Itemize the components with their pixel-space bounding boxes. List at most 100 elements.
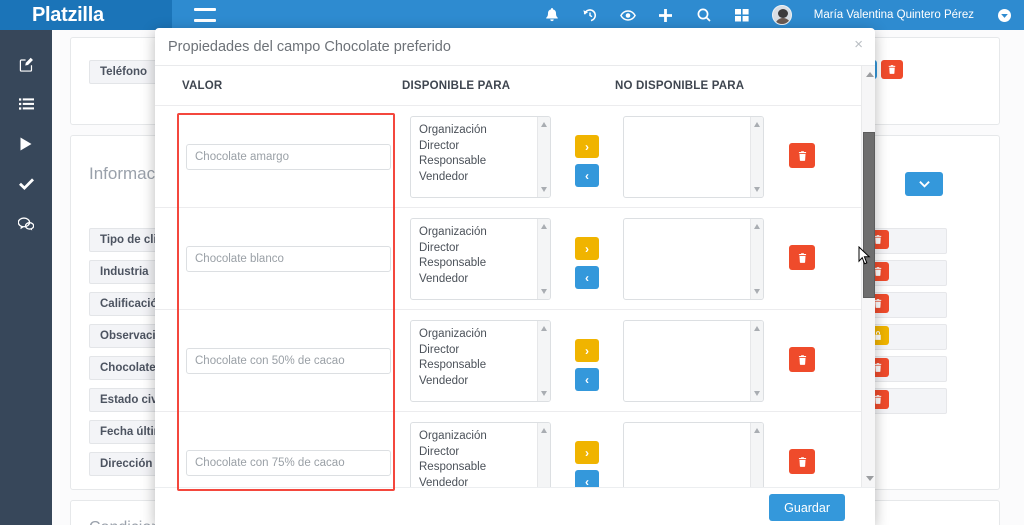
move-left-button-2[interactable]: ‹ bbox=[575, 368, 599, 391]
listbox-scrollbar[interactable] bbox=[750, 321, 763, 401]
scroll-up-arrow-icon[interactable] bbox=[541, 326, 547, 331]
sidebar-item-processes[interactable] bbox=[0, 124, 52, 164]
scroll-down-arrow-icon[interactable] bbox=[541, 289, 547, 294]
trash-icon bbox=[798, 456, 806, 467]
modal-scrollbar-thumb[interactable] bbox=[863, 132, 875, 298]
not-available-listbox-0[interactable] bbox=[623, 116, 764, 198]
listbox-scrollbar[interactable] bbox=[750, 423, 763, 487]
scroll-down-arrow-icon[interactable] bbox=[866, 476, 874, 481]
grid-icon[interactable] bbox=[734, 6, 750, 24]
sidebar-item-messages[interactable] bbox=[0, 204, 52, 244]
close-icon[interactable]: × bbox=[854, 37, 863, 52]
scroll-up-arrow-icon[interactable] bbox=[541, 428, 547, 433]
value-input-1[interactable] bbox=[186, 246, 391, 272]
move-left-button-3[interactable]: ‹ bbox=[575, 470, 599, 487]
value-input-2[interactable] bbox=[186, 348, 391, 374]
sidebar-item-lists[interactable] bbox=[0, 84, 52, 124]
listbox-option[interactable]: Organización bbox=[419, 327, 550, 343]
listbox-option[interactable]: Vendedor bbox=[419, 374, 550, 390]
move-left-button-1[interactable]: ‹ bbox=[575, 266, 599, 289]
listbox-option[interactable]: Responsable bbox=[419, 256, 550, 272]
compose-icon bbox=[19, 57, 33, 72]
scroll-up-arrow-icon[interactable] bbox=[754, 326, 760, 331]
sidebar-item-compose[interactable] bbox=[0, 44, 52, 84]
listbox-scrollbar[interactable] bbox=[537, 117, 550, 197]
listbox-option[interactable]: Organización bbox=[419, 429, 550, 445]
listbox-scrollbar[interactable] bbox=[750, 117, 763, 197]
available-listbox-3[interactable]: Organización Director Responsable Vendedor bbox=[410, 422, 551, 487]
row-delete-button-0[interactable] bbox=[789, 143, 815, 168]
scroll-up-arrow-icon[interactable] bbox=[541, 224, 547, 229]
scroll-up-arrow-icon[interactable] bbox=[866, 72, 874, 77]
modal-header: Propiedades del campo Chocolate preferid… bbox=[155, 28, 875, 66]
scroll-up-arrow-icon[interactable] bbox=[754, 122, 760, 127]
listbox-option[interactable]: Responsable bbox=[419, 154, 550, 170]
scroll-down-arrow-icon[interactable] bbox=[541, 187, 547, 192]
sidebar-item-tasks[interactable] bbox=[0, 164, 52, 204]
scroll-down-arrow-icon[interactable] bbox=[754, 187, 760, 192]
user-name-label[interactable]: María Valentina Quintero Pérez bbox=[814, 9, 974, 21]
user-menu-caret-icon[interactable] bbox=[996, 6, 1012, 24]
modal-scrollbar[interactable] bbox=[861, 66, 875, 487]
listbox-scrollbar[interactable] bbox=[537, 423, 550, 487]
not-available-listbox-3[interactable] bbox=[623, 422, 764, 487]
bg-delete-button[interactable] bbox=[881, 60, 903, 79]
field-properties-modal: Propiedades del campo Chocolate preferid… bbox=[155, 28, 875, 525]
search-icon[interactable] bbox=[696, 6, 712, 24]
listbox-option[interactable]: Vendedor bbox=[419, 476, 550, 488]
bell-icon[interactable] bbox=[544, 6, 560, 24]
move-right-button-1[interactable]: › bbox=[575, 237, 599, 260]
table-row: OrganizaciónDirectorResponsableVendedor ›… bbox=[155, 412, 875, 487]
chat-icon bbox=[18, 217, 34, 231]
value-input-0[interactable] bbox=[186, 144, 391, 170]
plus-icon[interactable] bbox=[658, 6, 674, 24]
move-right-button-2[interactable]: › bbox=[575, 339, 599, 362]
listbox-option[interactable]: Director bbox=[419, 241, 550, 257]
scroll-up-arrow-icon[interactable] bbox=[754, 428, 760, 433]
move-right-button-3[interactable]: › bbox=[575, 441, 599, 464]
save-button[interactable]: Guardar bbox=[769, 494, 845, 521]
scroll-down-arrow-icon[interactable] bbox=[754, 289, 760, 294]
scroll-down-arrow-icon[interactable] bbox=[754, 391, 760, 396]
bg-collapse-button[interactable] bbox=[905, 172, 943, 196]
listbox-option[interactable]: Director bbox=[419, 445, 550, 461]
check-icon bbox=[18, 177, 34, 190]
table-header: VALOR DISPONIBLE PARA NO DISPONIBLE PARA bbox=[155, 66, 875, 106]
listbox-option[interactable]: Organización bbox=[419, 123, 550, 139]
available-listbox-2[interactable]: Organización Director Responsable Vendedor bbox=[410, 320, 551, 402]
move-left-button-0[interactable]: ‹ bbox=[575, 164, 599, 187]
listbox-scrollbar[interactable] bbox=[750, 219, 763, 299]
eye-icon[interactable] bbox=[619, 6, 636, 24]
listbox-scrollbar[interactable] bbox=[537, 219, 550, 299]
history-icon[interactable] bbox=[582, 6, 598, 24]
scroll-down-arrow-icon[interactable] bbox=[541, 391, 547, 396]
trash-icon bbox=[798, 354, 806, 365]
move-right-button-0[interactable]: › bbox=[575, 135, 599, 158]
row-delete-button-2[interactable] bbox=[789, 347, 815, 372]
available-listbox-0[interactable]: Organización Director Responsable Vendedor bbox=[410, 116, 551, 198]
brand-logo-text: Platzilla bbox=[32, 3, 104, 26]
listbox-option[interactable]: Organización bbox=[419, 225, 550, 241]
column-header-no-disponible: NO DISPONIBLE PARA bbox=[615, 80, 745, 92]
not-available-listbox-1[interactable] bbox=[623, 218, 764, 300]
column-header-valor: VALOR bbox=[182, 80, 223, 92]
listbox-option[interactable]: Vendedor bbox=[419, 272, 550, 288]
listbox-option[interactable]: Responsable bbox=[419, 460, 550, 476]
brand-area: Platzilla bbox=[0, 0, 172, 30]
available-listbox-1[interactable]: Organización Director Responsable Vendedor bbox=[410, 218, 551, 300]
listbox-option[interactable]: Vendedor bbox=[419, 170, 550, 186]
listbox-option[interactable]: Director bbox=[419, 343, 550, 359]
play-icon bbox=[20, 137, 32, 151]
listbox-scrollbar[interactable] bbox=[537, 321, 550, 401]
scroll-up-arrow-icon[interactable] bbox=[541, 122, 547, 127]
scroll-up-arrow-icon[interactable] bbox=[754, 224, 760, 229]
avatar[interactable] bbox=[771, 5, 792, 25]
row-delete-button-3[interactable] bbox=[789, 449, 815, 474]
row-delete-button-1[interactable] bbox=[789, 245, 815, 270]
trash-icon bbox=[798, 150, 806, 161]
listbox-option[interactable]: Responsable bbox=[419, 358, 550, 374]
listbox-option[interactable]: Director bbox=[419, 139, 550, 155]
not-available-listbox-2[interactable] bbox=[623, 320, 764, 402]
value-input-3[interactable] bbox=[186, 450, 391, 476]
hamburger-icon[interactable] bbox=[194, 8, 216, 22]
